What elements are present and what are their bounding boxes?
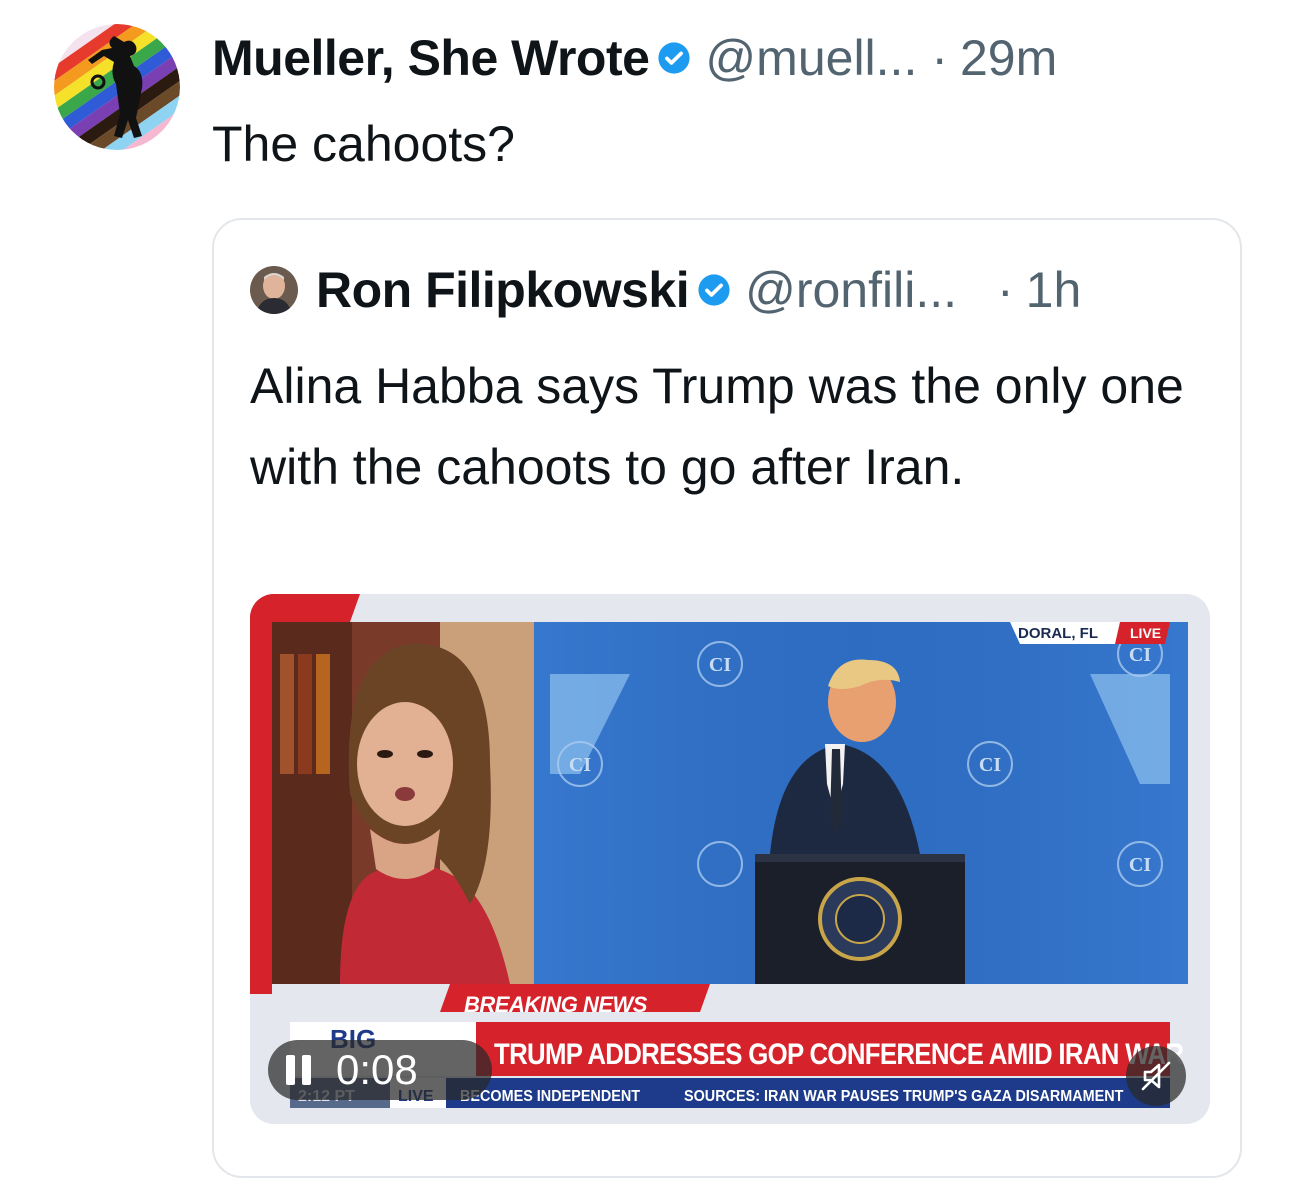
pause-button[interactable]: 0:08	[268, 1040, 492, 1100]
header-separator: ·	[931, 30, 948, 86]
video-headline: TRUMP ADDRESSES GOP CONFERENCE AMID IRAN…	[494, 1038, 1184, 1071]
quoted-tweet-card[interactable]: Ron Filipkowski @ronfili... · 1h Alina H…	[212, 218, 1242, 1178]
quoted-tweet-header: Ron Filipkowski @ronfili... · 1h	[250, 260, 1081, 320]
video-live-badge: LIVE	[1130, 625, 1162, 641]
backdrop-logo: CI	[979, 754, 1001, 776]
quoted-author-handle[interactable]: @ronfili...	[745, 261, 957, 319]
ticker-text-right: SOURCES: IRAN WAR PAUSES TRUMP'S GAZA DI…	[684, 1088, 1124, 1105]
author-handle[interactable]: @muell...	[705, 29, 917, 87]
quoted-tweet-timestamp[interactable]: 1h	[1026, 261, 1082, 319]
quoted-author-avatar-image	[250, 266, 298, 314]
breaking-news-label: BREAKING NEWS	[464, 992, 647, 1017]
tweet-header: Mueller, She Wrote @muell... · 29m	[212, 30, 1057, 86]
muted-speaker-icon	[1141, 1061, 1171, 1091]
backdrop-logo: CI	[569, 754, 591, 776]
backdrop-logo: CI	[709, 654, 731, 676]
verified-badge-icon	[698, 274, 730, 306]
pause-icon	[286, 1055, 312, 1085]
verified-badge-icon	[658, 42, 691, 74]
tweet-timestamp[interactable]: 29m	[960, 29, 1057, 87]
quoted-header-separator: ·	[997, 262, 1014, 318]
mute-button[interactable]	[1126, 1046, 1186, 1106]
video-player[interactable]: CI CI CI CI CI DORAL, FL LIVE BREAKING N…	[250, 594, 1210, 1124]
author-avatar-image	[54, 24, 180, 150]
backdrop-logo: CI	[1129, 644, 1151, 666]
quoted-tweet-text: Alina Habba says Trump was the only one …	[250, 358, 1184, 495]
ticker-text-left: BECOMES INDEPENDENT	[460, 1088, 641, 1105]
tweet-text: The cahoots?	[212, 116, 515, 172]
author-avatar[interactable]	[54, 24, 180, 150]
video-elapsed-time: 0:08	[336, 1046, 418, 1093]
quoted-author-name[interactable]: Ron Filipkowski	[316, 261, 690, 319]
quoted-author-avatar	[250, 266, 298, 314]
backdrop-logo: CI	[1129, 854, 1151, 876]
author-name[interactable]: Mueller, She Wrote	[212, 29, 650, 87]
video-location-label: DORAL, FL	[1018, 625, 1098, 642]
